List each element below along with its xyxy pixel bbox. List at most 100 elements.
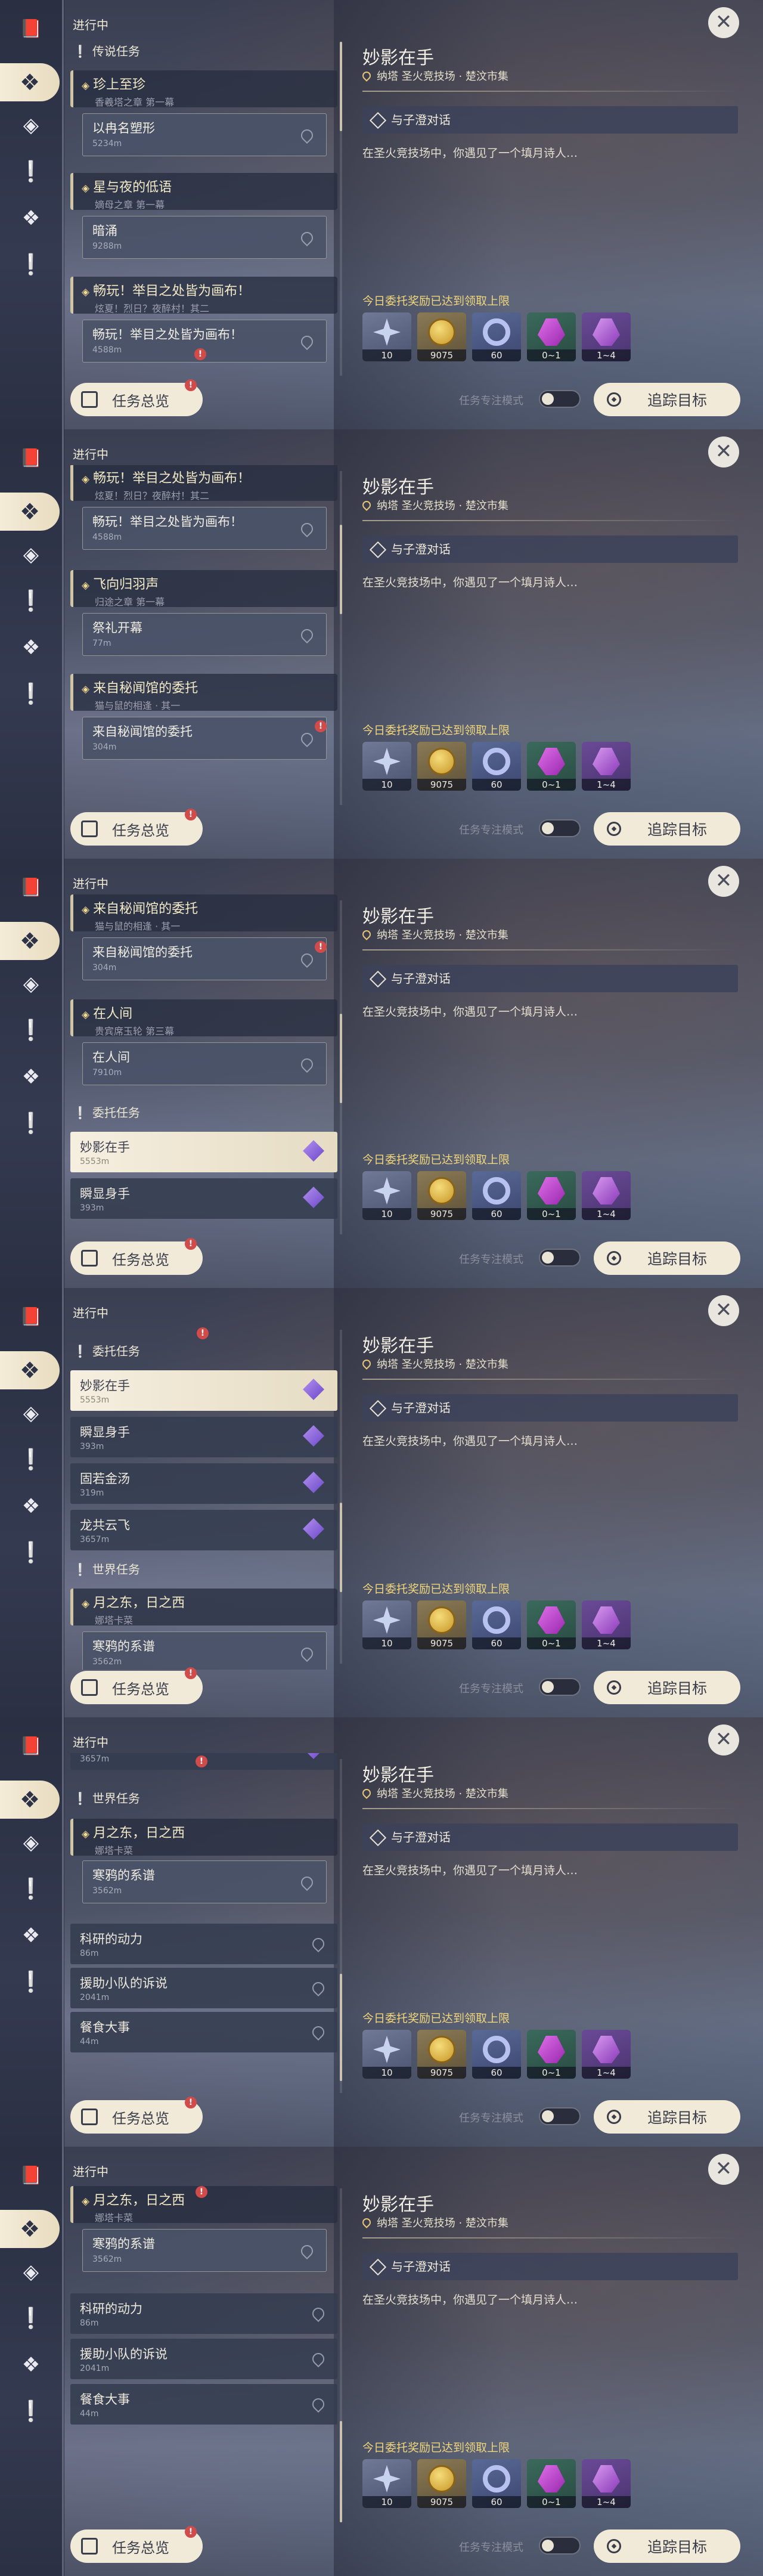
all-quests-tab-icon[interactable]: ❖ xyxy=(0,1781,60,1819)
focus-mode-toggle[interactable] xyxy=(539,2537,581,2555)
quest-step[interactable]: 寒鸦的系谱 3562m xyxy=(82,1860,327,1903)
reward-item[interactable]: 0~1 xyxy=(527,2459,576,2508)
reward-item[interactable]: 9075 xyxy=(417,2030,466,2079)
quest-step[interactable]: 来自秘闻馆的委托 304m xyxy=(82,717,327,760)
quest-header[interactable]: ◈ 畅玩！举目之处皆为画布！ 炫夏！烈日？夜醉村！其二 xyxy=(70,465,337,501)
track-button[interactable]: 追踪目标 xyxy=(594,1241,740,1275)
reward-item[interactable]: 0~1 xyxy=(527,742,576,791)
quest-header[interactable]: ◈ 在人间 贵宾席玉轮 第三幕 xyxy=(70,999,337,1037)
all-quests-tab-icon[interactable]: ❖ xyxy=(0,2210,60,2248)
quest-step[interactable]: 祭礼开幕 77m xyxy=(82,613,327,656)
reward-item[interactable]: 0~1 xyxy=(527,2030,576,2079)
reward-item[interactable]: 1~4 xyxy=(582,2459,631,2508)
quest-overview-button[interactable]: 任务总览! xyxy=(70,379,203,416)
reward-item[interactable]: 10 xyxy=(362,1171,411,1220)
quest-overview-button[interactable]: 任务总览! xyxy=(70,2526,203,2563)
list-item[interactable]: 瞬显身手 393m xyxy=(70,1178,337,1219)
all-quests-tab-icon[interactable]: ❖ xyxy=(0,63,60,101)
quest-list[interactable]: 龙共云飞3657m!❕世界任务◈月之东，日之西娜塔卡菜寒鸦的系谱3562m科研的… xyxy=(70,1753,337,2099)
list-item[interactable]: 援助小队的诉说 2041m xyxy=(70,2339,337,2379)
reward-item[interactable]: 1~4 xyxy=(582,312,631,361)
list-item[interactable]: 固若金汤 319m xyxy=(70,1463,337,1504)
list-item[interactable]: 科研的动力 86m xyxy=(70,2293,337,2334)
reward-item[interactable]: 10 xyxy=(362,312,411,361)
quest-list-scrollbar[interactable] xyxy=(340,471,342,805)
focus-mode-toggle[interactable] xyxy=(539,1678,581,1696)
reward-item[interactable]: 60 xyxy=(472,1171,521,1220)
all-quests-tab-icon[interactable]: ❖ xyxy=(0,922,60,960)
quest-header[interactable]: ◈ 月之东，日之西 娜塔卡菜 xyxy=(70,1819,337,1856)
reward-item[interactable]: 0~1 xyxy=(527,1171,576,1220)
quest-header[interactable]: ◈ 来自秘闻馆的委托 猫与鼠的相逢 · 其一 xyxy=(70,674,337,711)
archon-quest-tab-icon[interactable]: ◈ xyxy=(18,1829,44,1856)
book-icon[interactable]: 📕 xyxy=(18,1304,44,1330)
quest-step[interactable]: 来自秘闻馆的委托 304m xyxy=(82,937,327,980)
commission-tab-icon[interactable]: ❖ xyxy=(18,205,44,231)
quest-list[interactable]: ❕ 传说任务 ◈ 珍上至珍 香羲塔之章 第一幕 以冉名塑形 5234m ◈ 星与夜的低语 嫡母之章… xyxy=(70,36,337,382)
reward-item[interactable]: 10 xyxy=(362,742,411,791)
reward-item[interactable]: 1~4 xyxy=(582,2030,631,2079)
track-button[interactable]: 追踪目标 xyxy=(594,2100,740,2134)
reward-item[interactable]: 60 xyxy=(472,2459,521,2508)
commission-tab-icon[interactable]: ❖ xyxy=(18,1922,44,1949)
quest-step[interactable]: 畅玩！举目之处皆为画布！ 4588m xyxy=(82,507,327,550)
story-quest-tab-icon[interactable]: ❕ xyxy=(18,588,44,614)
commission-tab-icon[interactable]: ❖ xyxy=(18,634,44,661)
reward-item[interactable]: 1~4 xyxy=(582,1600,631,1649)
quest-step[interactable]: 暗涌 9288m xyxy=(82,216,327,259)
focus-mode-toggle[interactable] xyxy=(539,1249,581,1267)
focus-mode-toggle[interactable] xyxy=(539,390,581,408)
scroll-thumb[interactable] xyxy=(340,1014,342,1103)
quest-overview-button[interactable]: 任务总览! xyxy=(70,1238,203,1275)
scroll-thumb[interactable] xyxy=(340,42,342,131)
reward-item[interactable]: 9075 xyxy=(417,312,466,361)
quest-header[interactable]: ◈ 来自秘闻馆的委托 猫与鼠的相逢 · 其一 xyxy=(70,894,337,932)
quest-list-scrollbar[interactable] xyxy=(340,2188,342,2522)
list-item[interactable]: 餐食大事 44m xyxy=(70,2384,337,2425)
reward-item[interactable]: 9075 xyxy=(417,2459,466,2508)
commission-tab-icon[interactable]: ❖ xyxy=(18,1493,44,1519)
scroll-thumb[interactable] xyxy=(340,1974,342,2081)
story-quest-tab-icon[interactable]: ❕ xyxy=(18,159,44,185)
reward-item[interactable]: 10 xyxy=(362,2030,411,2079)
reward-item[interactable]: 0~1 xyxy=(527,1600,576,1649)
reward-item[interactable]: 9075 xyxy=(417,1600,466,1649)
all-quests-tab-icon[interactable]: ❖ xyxy=(0,1351,60,1389)
archon-quest-tab-icon[interactable]: ◈ xyxy=(18,112,44,138)
list-item[interactable]: 科研的动力 86m xyxy=(70,1924,337,1964)
world-quest-tab-icon[interactable]: ❕ xyxy=(18,681,44,707)
quest-list[interactable]: ◈ 来自秘闻馆的委托 猫与鼠的相逢 · 其一 来自秘闻馆的委托 304m! ◈ 在人间 贵宾席… xyxy=(70,894,337,1240)
book-icon[interactable]: 📕 xyxy=(18,445,44,471)
focus-mode-toggle[interactable] xyxy=(539,2107,581,2125)
book-icon[interactable]: 📕 xyxy=(18,1733,44,1759)
reward-item[interactable]: 60 xyxy=(472,742,521,791)
list-item[interactable]: 餐食大事 44m xyxy=(70,2012,337,2052)
quest-header[interactable]: ◈ 飞向归羽声 归途之章 第一幕 xyxy=(70,570,337,608)
reward-item[interactable]: 9075 xyxy=(417,1171,466,1220)
quest-overview-button[interactable]: 任务总览! xyxy=(70,2097,203,2134)
story-quest-tab-icon[interactable]: ❕ xyxy=(18,2305,44,2332)
story-quest-tab-icon[interactable]: ❕ xyxy=(18,1876,44,1902)
quest-header[interactable]: ◈ 珍上至珍 香羲塔之章 第一幕 xyxy=(70,70,337,108)
reward-item[interactable]: 9075 xyxy=(417,742,466,791)
track-button[interactable]: 追踪目标 xyxy=(594,1671,740,1704)
track-button[interactable]: 追踪目标 xyxy=(594,383,740,416)
commission-tab-icon[interactable]: ❖ xyxy=(18,2352,44,2378)
focus-mode-toggle[interactable] xyxy=(539,819,581,837)
story-quest-tab-icon[interactable]: ❕ xyxy=(18,1017,44,1044)
world-quest-tab-icon[interactable]: ❕ xyxy=(18,1540,44,1566)
all-quests-tab-icon[interactable]: ❖ xyxy=(0,493,60,531)
scroll-thumb[interactable] xyxy=(340,2421,342,2522)
book-icon[interactable]: 📕 xyxy=(18,2162,44,2188)
quest-list[interactable]: ! ❕ 委托任务 妙影在手 5553m 瞬显身手 393m 固若金汤 319m 龙共云飞 3657m… xyxy=(70,1324,337,1670)
reward-item[interactable]: 1~4 xyxy=(582,1171,631,1220)
quest-header[interactable]: ◈ 畅玩！举目之处皆为画布！ 炫夏！烈日？夜醉村！其二 xyxy=(70,277,337,314)
quest-step[interactable]: 以冉名塑形 5234m xyxy=(82,113,327,156)
reward-item[interactable]: 10 xyxy=(362,1600,411,1649)
quest-list[interactable]: ◈ 月之东，日之西 娜塔卡菜! 寒鸦的系谱 3562m 科研的动力 86m 援助小队的诉说 20… xyxy=(70,2182,337,2528)
quest-list-scrollbar[interactable] xyxy=(340,1330,342,1664)
book-icon[interactable]: 📕 xyxy=(18,16,44,42)
track-button[interactable]: 追踪目标 xyxy=(594,812,740,846)
reward-item[interactable]: 60 xyxy=(472,1600,521,1649)
story-quest-tab-icon[interactable]: ❕ xyxy=(18,1447,44,1473)
